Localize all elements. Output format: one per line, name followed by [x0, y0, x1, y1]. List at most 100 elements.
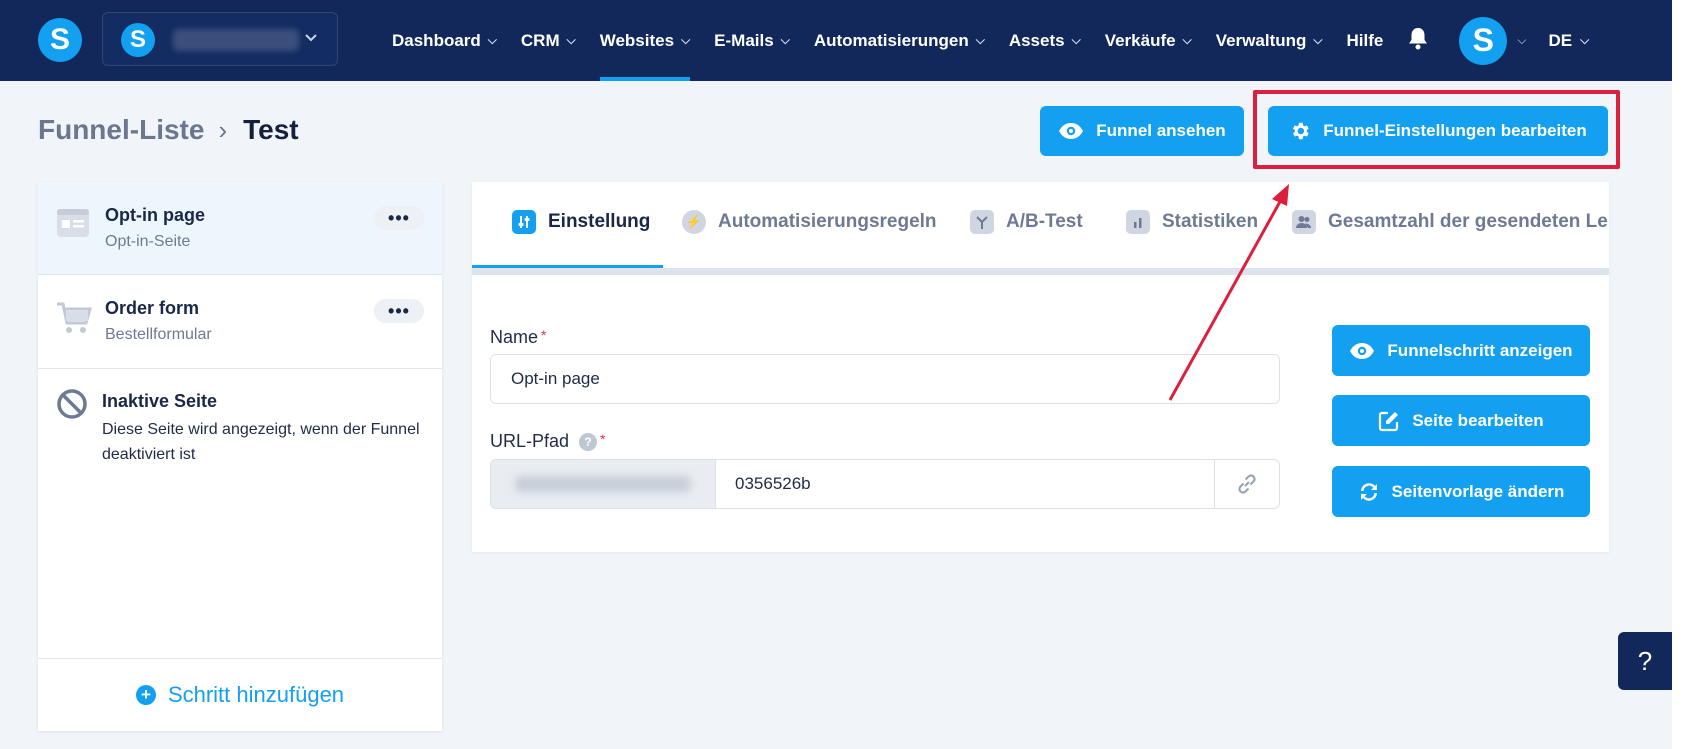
tab-label: Automatisierungsregeln — [718, 211, 937, 232]
funnel-step-order-form[interactable]: Order form Bestellformular ••• — [38, 275, 442, 369]
language-label: DE — [1548, 30, 1573, 50]
sliders-icon — [512, 210, 536, 234]
tab-sent-leads-total[interactable]: Gesamtzahl der gesendeten Le — [1292, 210, 1608, 234]
name-field-label: Name * — [490, 327, 546, 348]
nav-item-administration[interactable]: Verwaltung ⌵ — [1216, 0, 1323, 81]
app-logo[interactable]: S — [38, 18, 82, 62]
name-input-value: Opt-in page — [511, 369, 600, 388]
chevron-down-icon: ⌵ — [1071, 33, 1081, 47]
account-name-blurred — [173, 29, 299, 51]
shopping-cart-icon — [56, 301, 92, 340]
chevron-down-icon: ⌵ — [681, 33, 691, 47]
nav-item-help[interactable]: Hilfe — [1347, 0, 1384, 81]
step-title: Opt-in page — [105, 205, 205, 225]
change-page-template-label: Seitenvorlage ändern — [1391, 481, 1565, 501]
main-nav: Dashboard ⌵ CRM ⌵ Websites ⌵ E-Mails ⌵ Autom… — [392, 0, 1589, 81]
name-input[interactable]: Opt-in page — [490, 354, 1280, 404]
nav-item-crm[interactable]: CRM ⌵ — [521, 0, 576, 81]
show-funnel-step-button[interactable]: Funnelschritt anzeigen — [1332, 325, 1590, 376]
show-funnel-step-label: Funnelschritt anzeigen — [1387, 340, 1573, 360]
language-selector[interactable]: DE ⌵ — [1548, 31, 1589, 51]
tab-label: A/B-Test — [1006, 211, 1083, 232]
eye-icon — [1059, 123, 1084, 139]
step-subtitle: Opt-in-Seite — [105, 233, 191, 250]
required-mark: * — [541, 327, 547, 343]
help-chat-button[interactable]: ? — [1618, 632, 1672, 690]
tab-automatisierungsregeln[interactable]: ⚡ Automatisierungsregeln — [682, 210, 937, 234]
top-navigation-bar: S S Dashboard ⌵ CRM ⌵ Websites ⌵ E-Mails ⌵ A… — [0, 0, 1690, 81]
inactive-page-description: Diese Seite wird angezeigt, wenn der Fun… — [102, 421, 420, 463]
bar-chart-icon — [1126, 210, 1150, 234]
url-path-field-label: URL-Pfad? * — [490, 431, 605, 452]
chevron-down-icon: ⌵ — [1182, 33, 1192, 47]
nav-label: Assets — [1008, 30, 1065, 50]
tab-label: Gesamtzahl der gesendeten Le — [1328, 211, 1608, 232]
account-logo: S — [121, 23, 155, 57]
nav-label: Websites — [599, 30, 675, 50]
chevron-down-icon: ⌵ — [975, 33, 985, 47]
nav-label: CRM — [520, 30, 560, 50]
nav-item-websites[interactable]: Websites ⌵ — [599, 0, 691, 81]
chevron-down-icon[interactable]: ⌵ — [1517, 33, 1526, 48]
account-logo-letter: S — [129, 26, 146, 53]
step-title: Order form — [105, 298, 200, 318]
change-page-template-button[interactable]: Seitenvorlage ändern — [1332, 466, 1590, 517]
chevron-down-icon: ⌵ — [487, 33, 497, 47]
nav-label: Automatisierungen — [813, 30, 969, 50]
account-switcher[interactable]: S — [102, 12, 338, 66]
split-icon — [970, 210, 994, 234]
users-icon — [1292, 210, 1316, 234]
chevron-down-icon: ⌵ — [1580, 33, 1590, 47]
inactive-page-title: Inaktive Seite — [102, 391, 218, 411]
nav-item-dashboard[interactable]: Dashboard ⌵ — [392, 0, 497, 81]
add-step-button[interactable]: + Schritt hinzufügen — [38, 658, 442, 731]
edit-icon — [1379, 411, 1399, 431]
funnel-steps-panel: Opt-in page Opt-in-Seite ••• Order form … — [38, 182, 442, 731]
plus-circle-icon: + — [135, 685, 156, 705]
add-step-label: Schritt hinzufügen — [167, 682, 345, 707]
tab-einstellung[interactable]: Einstellung — [512, 210, 650, 234]
blurred-domain — [515, 476, 691, 492]
url-label-text: URL-Pfad — [490, 431, 570, 451]
tab-bar-divider — [472, 268, 1609, 275]
chevron-down-icon — [303, 29, 319, 50]
nav-label: E-Mails — [714, 30, 774, 50]
page-icon — [56, 208, 90, 243]
breadcrumb: Funnel-Liste › Test — [38, 114, 299, 146]
eye-icon — [1350, 342, 1375, 359]
name-label-text: Name — [490, 327, 539, 347]
tab-ab-test[interactable]: A/B-Test — [970, 210, 1083, 234]
help-circle-icon[interactable]: ? — [579, 433, 598, 452]
chevron-down-icon: ⌵ — [780, 33, 790, 47]
tab-bar: Einstellung ⚡ Automatisierungsregeln A/B… — [472, 182, 1609, 268]
nav-label: Hilfe — [1346, 30, 1384, 50]
link-icon[interactable] — [1214, 460, 1279, 508]
nav-label: Verwaltung — [1215, 30, 1307, 50]
chevron-down-icon: ⌵ — [1313, 33, 1323, 47]
breadcrumb-funnel-list-link[interactable]: Funnel-Liste — [38, 114, 204, 146]
edit-page-button[interactable]: Seite bearbeiten — [1332, 395, 1590, 446]
url-path-input[interactable]: 0356526b — [735, 474, 811, 494]
chevron-right-icon: › — [218, 114, 228, 145]
step-more-menu-button[interactable]: ••• — [374, 299, 424, 323]
logo-letter: S — [49, 23, 70, 56]
nav-item-sales[interactable]: Verkäufe ⌵ — [1105, 0, 1192, 81]
nav-label: Dashboard — [392, 30, 481, 50]
view-funnel-button[interactable]: Funnel ansehen — [1040, 106, 1244, 156]
annotation-highlight-box — [1253, 90, 1620, 169]
user-avatar[interactable]: S — [1459, 16, 1508, 65]
step-more-menu-button[interactable]: ••• — [374, 206, 424, 230]
funnel-step-opt-in[interactable]: Opt-in page Opt-in-Seite ••• — [38, 182, 442, 275]
url-path-input-group: 0356526b — [490, 459, 1280, 509]
nav-item-emails[interactable]: E-Mails ⌵ — [714, 0, 790, 81]
nav-item-assets[interactable]: Assets ⌵ — [1009, 0, 1081, 81]
bell-icon[interactable] — [1407, 26, 1429, 56]
bolt-icon: ⚡ — [682, 210, 706, 234]
step-subtitle: Bestellformular — [105, 326, 212, 343]
edit-page-label: Seite bearbeiten — [1412, 410, 1544, 430]
nav-label: Verkäufe — [1104, 30, 1176, 50]
nav-item-automations[interactable]: Automatisierungen ⌵ — [814, 0, 985, 81]
avatar-letter: S — [1472, 22, 1495, 58]
page-title: Test — [243, 114, 299, 145]
tab-statistiken[interactable]: Statistiken — [1126, 210, 1258, 234]
